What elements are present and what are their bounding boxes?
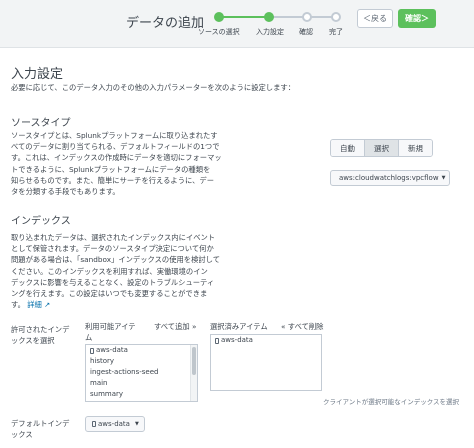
index-icon — [215, 337, 219, 344]
default-index-value: aws-data — [98, 420, 130, 428]
sourcetype-description-line: 知らせるものです。また、簡単にサーチを行えるように、デー — [11, 175, 214, 185]
index-heading: インデックス — [11, 216, 71, 227]
mode-auto-button[interactable]: 自動 — [331, 140, 365, 156]
selected-items-list[interactable]: aws-data — [210, 334, 322, 391]
sourcetype-select-value: aws:cloudwatchlogs:vpcflow — [339, 174, 439, 182]
mode-new-button[interactable]: 新規 — [399, 140, 432, 156]
step-connector — [221, 16, 269, 18]
back-button[interactable]: ＜戻る — [357, 9, 393, 28]
list-item[interactable]: ingest-actions-seed — [86, 367, 197, 378]
label-line: ックスを選択 — [11, 335, 55, 345]
remove-all-link[interactable]: « すべて削除 — [281, 322, 323, 333]
index-description-line: 問題がある場合は、「sandbox」インデックスの使用を検討して — [11, 255, 221, 265]
index-description-line: ください。このインデックスを利用すれば、実働環境のイン — [11, 266, 208, 276]
list-item[interactable]: aws-data — [86, 345, 197, 356]
chevron-down-icon: ▼ — [134, 421, 139, 427]
review-button[interactable]: 確認＞ — [398, 9, 436, 28]
list-scrollbar[interactable] — [190, 345, 197, 401]
sourcetype-description-line: タを分類する手段でもあります。 — [11, 187, 120, 197]
allowed-indexes-label: 許可されたインデ ックスを選択 — [11, 325, 69, 346]
sourcetype-description-line: ソースタイプとは、Splunkプラットフォームに取り込まれたす — [11, 131, 218, 140]
label-line: 許可されたインデ — [11, 325, 70, 334]
index-description-line: デックスに影響を与えることなく、設定のトラブルシューティ — [11, 277, 215, 287]
add-all-link[interactable]: すべて追加 » — [154, 322, 196, 333]
sourcetype-description-line: す。これは、インデックスの作成時にデータを適切にフォーマッ — [11, 153, 222, 163]
top-bar: データの追加 ソースの選択 入力設定 確認 完了 ＜戻る 確認＞ — [0, 0, 474, 48]
sourcetype-mode-toggle: 自動 選択 新規 — [330, 139, 433, 157]
list-item[interactable]: summary — [86, 389, 197, 400]
sourcetype-description-line: トできるように、Splunkプラットフォームにデータの種類を — [11, 164, 211, 174]
index-icon — [92, 421, 96, 427]
index-description-line: として保管されます。データのソースタイプ決定について何か — [11, 244, 214, 254]
step-label-input-settings: 入力設定 — [256, 28, 284, 36]
sourcetype-heading: ソースタイプ — [11, 118, 71, 129]
index-icon — [90, 347, 94, 354]
list-item[interactable]: history — [86, 356, 197, 367]
sourcetype-description: ソースタイプとは、Splunkプラットフォームに取り込まれたす べてのデータに割… — [11, 130, 263, 197]
list-item[interactable]: aws-data — [211, 335, 321, 346]
sourcetype-select[interactable]: aws:cloudwatchlogs:vpcflow ▼ — [330, 170, 450, 186]
selected-items-header: 選択済みアイテム — [210, 322, 268, 331]
available-items-header: 利用可能アイテ ム — [85, 322, 136, 343]
label-line: ム — [85, 332, 93, 342]
external-link-icon: ↗ — [44, 300, 51, 310]
label-line: 利用可能アイテ — [85, 322, 136, 331]
step-dot-input-settings — [264, 12, 274, 22]
sourcetype-description-line: べてのデータに割り当てられる、デフォルトフィールドの1つで — [11, 142, 220, 152]
default-index-select[interactable]: aws-data ▼ — [85, 416, 145, 432]
chevron-down-icon: ▼ — [441, 175, 446, 181]
label-line: ックス — [11, 429, 33, 439]
available-items-list[interactable]: aws-data history ingest-actions-seed mai… — [85, 344, 198, 402]
index-description: 取り込まれたデータは、選択されたインデックス内にイベント として保管されます。デ… — [11, 232, 263, 310]
allowed-indexes-help: クライアントが選択可能なインデックスを選択 — [323, 398, 460, 406]
list-item[interactable]: main — [86, 378, 197, 389]
label-line: デフォルトインデ — [11, 419, 70, 428]
default-index-label: デフォルトインデ ックス — [11, 419, 69, 440]
step-label-source: ソースの選択 — [198, 28, 240, 36]
mode-select-button[interactable]: 選択 — [365, 140, 399, 156]
index-description-line: ングを行えます。この設定はいつでも変更することができま — [11, 289, 208, 299]
scrollbar-thumb[interactable] — [192, 347, 196, 375]
step-dot-review — [302, 12, 312, 22]
step-dot-done — [331, 12, 341, 22]
page-title: 入力設定 — [11, 67, 64, 82]
page-intro: 必要に応じて、このデータ入力のその他の入力パラメーターを次のように設定します： — [11, 83, 295, 92]
index-description-line: 取り込まれたデータは、選択されたインデックス内にイベント — [11, 233, 216, 242]
step-label-done: 完了 — [329, 28, 343, 36]
index-description-line: す。 詳細 ↗ — [11, 300, 51, 310]
details-link[interactable]: 詳細 — [27, 300, 42, 309]
step-dot-source — [214, 12, 224, 22]
step-label-review: 確認 — [299, 28, 313, 36]
